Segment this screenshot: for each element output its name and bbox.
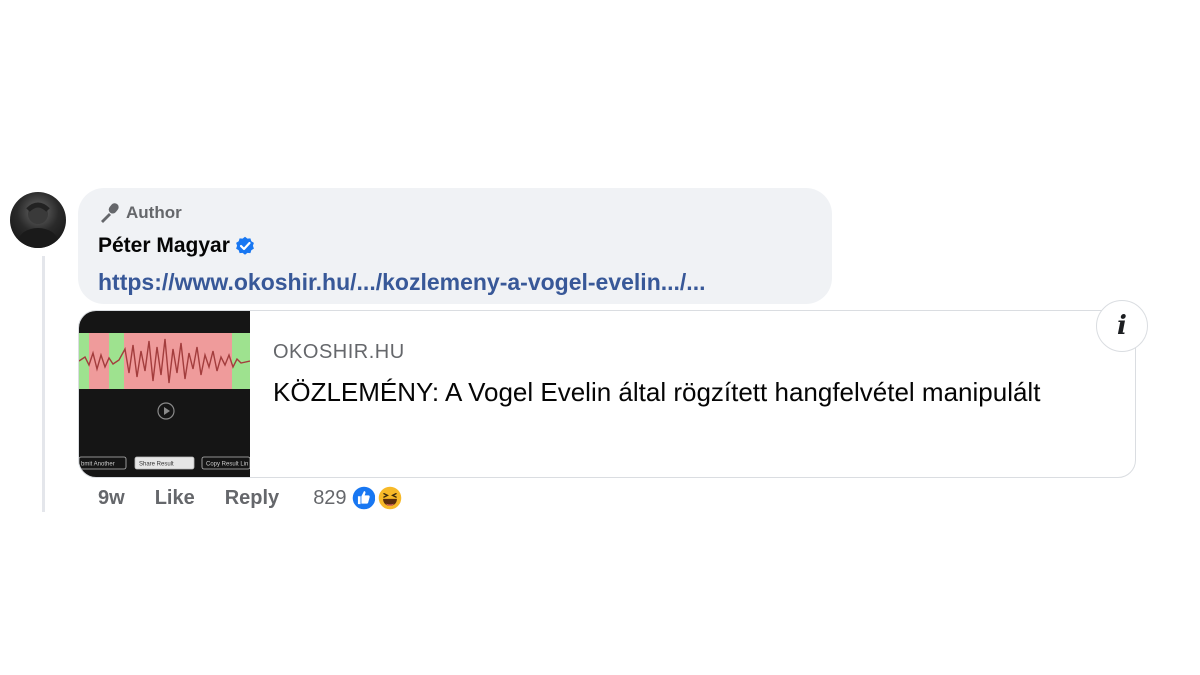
thumb-button-2: Share Result: [139, 462, 174, 468]
reactions-summary[interactable]: [348, 483, 405, 513]
thumb-button-3: Copy Result Lin: [206, 462, 248, 468]
avatar[interactable]: [10, 192, 66, 248]
comment-link[interactable]: https://www.okoshir.hu/.../kozlemeny-a-v…: [98, 269, 812, 296]
link-preview-card[interactable]: bmit Another Share Result Copy Result Li…: [78, 310, 1136, 478]
reaction-count[interactable]: 829: [313, 487, 346, 510]
link-preview-domain: OKOSHIR.HU: [273, 341, 405, 363]
thread-line: [42, 256, 45, 512]
author-badge-label: Author: [126, 203, 182, 222]
thumb-button-1: bmit Another: [81, 462, 115, 468]
link-preview-thumbnail: bmit Another Share Result Copy Result Li…: [79, 311, 250, 477]
haha-icon: [374, 483, 405, 513]
author-name[interactable]: Péter Magyar: [98, 234, 230, 258]
author-badge: Author: [98, 202, 812, 224]
info-icon[interactable]: i: [1096, 300, 1148, 352]
link-preview-title: KÖZLEMÉNY: A Vogel Evelin által rögzítet…: [273, 377, 1041, 407]
verified-badge-icon: [236, 236, 254, 255]
comment-timestamp[interactable]: 9w: [98, 487, 125, 510]
microphone-icon: [101, 203, 119, 223]
reply-button[interactable]: Reply: [225, 487, 279, 510]
comment-bubble: Author Péter Magyar https://www.okoshir.…: [78, 188, 832, 304]
comment-actions: 9w Like Reply 829: [98, 483, 405, 513]
like-button[interactable]: Like: [155, 487, 195, 510]
